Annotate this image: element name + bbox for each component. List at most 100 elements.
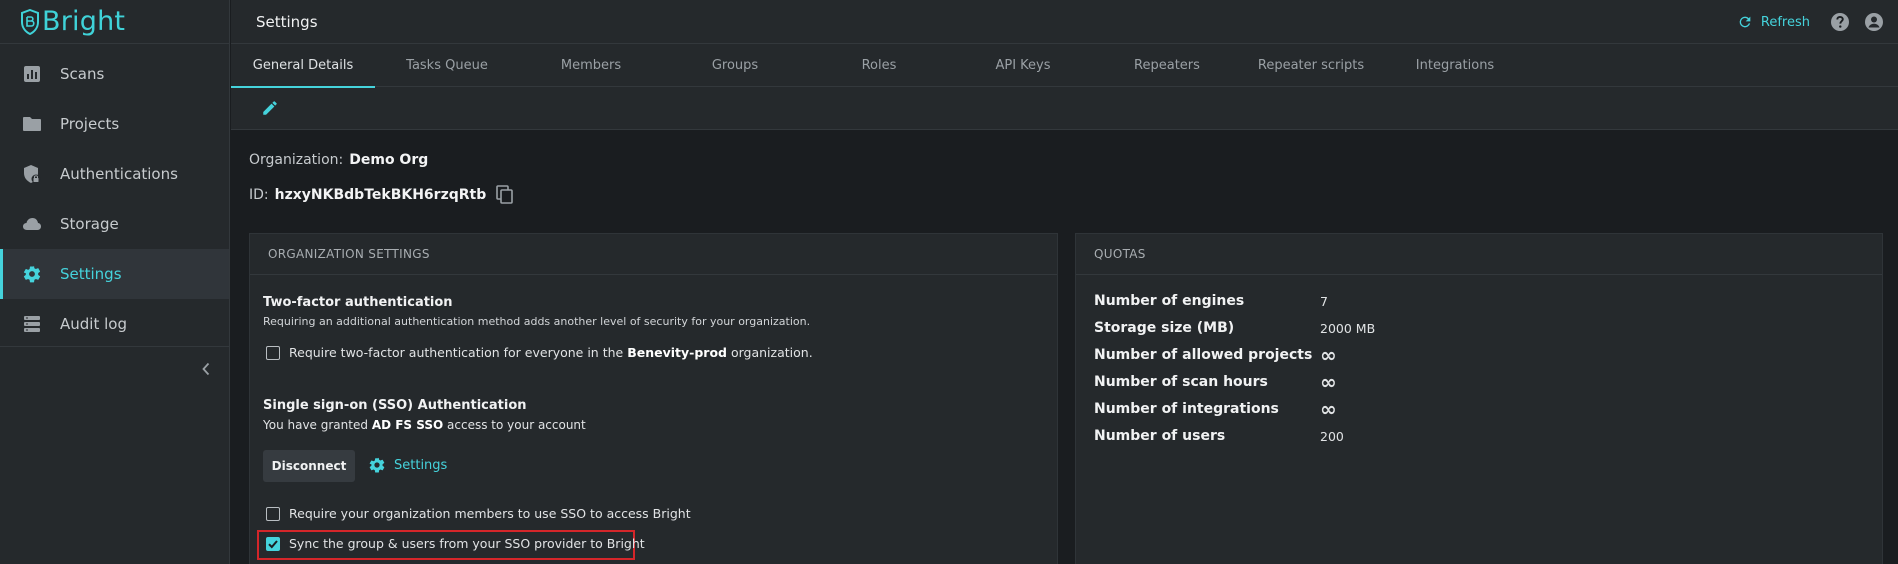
sidebar-item-storage[interactable]: Storage — [0, 199, 229, 249]
tab-integrations[interactable]: Integrations — [1383, 44, 1527, 87]
organization-name-line: Organization: Demo Org — [249, 152, 428, 168]
two-factor-label-prefix: Require two-factor authentication for ev… — [289, 345, 624, 360]
list-icon — [22, 314, 42, 334]
two-factor-checkbox-label: Require two-factor authentication for ev… — [289, 345, 813, 360]
sidebar-item-label: Projects — [60, 115, 120, 133]
sso-settings-label: Settings — [394, 457, 448, 473]
sidebar-item-audit-log[interactable]: Audit log — [0, 299, 229, 349]
copy-icon — [496, 185, 514, 204]
quota-label: Number of allowed projects — [1094, 347, 1313, 363]
quota-label: Number of engines — [1094, 293, 1245, 309]
organization-id-label: ID: — [249, 187, 269, 203]
organization-name: Demo Org — [349, 152, 429, 168]
quota-row-engines: Number of engines 7 — [1094, 290, 1872, 312]
main-content: Settings Refresh General Details Tasks Q… — [231, 0, 1898, 564]
quota-label: Number of scan hours — [1094, 374, 1268, 390]
folder-icon — [22, 114, 42, 134]
quota-value: ∞ — [1320, 343, 1337, 367]
two-factor-label-suffix: organization. — [730, 345, 813, 360]
sync-sso-label: Sync the group & users from your SSO pro… — [289, 536, 645, 551]
sidebar-item-projects[interactable]: Projects — [0, 99, 229, 149]
tab-repeater-scripts[interactable]: Repeater scripts — [1239, 44, 1383, 87]
two-factor-checkbox[interactable] — [266, 345, 280, 360]
checkmark-icon — [268, 539, 278, 548]
quota-value: 2000 MB — [1320, 320, 1376, 336]
account-icon — [1865, 13, 1883, 31]
require-sso-label: Require your organization members to use… — [289, 506, 691, 521]
tab-tasks-queue[interactable]: Tasks Queue — [375, 44, 519, 87]
two-factor-org-name: Benevity-prod — [627, 345, 727, 360]
copy-id-button[interactable] — [496, 185, 514, 205]
organization-id: hzxyNKBdbTekBKH6rzqRtb — [274, 187, 487, 203]
disconnect-button[interactable]: Disconnect — [263, 450, 355, 482]
sso-granted-text: You have granted AD FS SSO access to you… — [263, 418, 586, 432]
sidebar-item-label: Authentications — [60, 165, 178, 183]
tab-roles[interactable]: Roles — [807, 44, 951, 87]
refresh-icon — [1737, 14, 1753, 30]
sidebar-item-label: Scans — [60, 65, 105, 83]
quota-row-scan-hours: Number of scan hours ∞ — [1094, 371, 1872, 393]
quota-label: Number of integrations — [1094, 401, 1279, 417]
cloud-icon — [22, 214, 42, 234]
two-factor-checkbox-row[interactable]: Require two-factor authentication for ev… — [266, 345, 813, 360]
quota-value: 200 — [1320, 428, 1344, 444]
sidebar-item-label: Storage — [60, 215, 119, 233]
tab-api-keys[interactable]: API Keys — [951, 44, 1095, 87]
tab-bar: General Details Tasks Queue Members Grou… — [231, 44, 1898, 88]
bright-logo-icon — [21, 8, 39, 35]
organization-settings-card: ORGANIZATION SETTINGS Two-factor authent… — [249, 233, 1058, 564]
quota-row-projects: Number of allowed projects ∞ — [1094, 344, 1872, 366]
sidebar-item-label: Settings — [60, 265, 122, 283]
tab-general-details[interactable]: General Details — [231, 44, 375, 88]
quota-value: ∞ — [1320, 397, 1337, 421]
sso-granted-prefix: You have granted — [263, 418, 368, 432]
action-bar — [231, 87, 1898, 130]
help-icon — [1831, 13, 1849, 31]
edit-button[interactable] — [261, 99, 279, 117]
chevron-left-icon — [202, 362, 210, 376]
shield-lock-icon — [22, 164, 42, 184]
quota-row-storage: Storage size (MB) 2000 MB — [1094, 317, 1872, 339]
gear-icon — [22, 264, 42, 284]
divider — [0, 346, 229, 347]
quota-value: 7 — [1320, 293, 1328, 309]
card-header: QUOTAS — [1076, 234, 1882, 275]
sidebar-item-settings[interactable]: Settings — [0, 249, 229, 299]
sidebar-item-scans[interactable]: Scans — [0, 49, 229, 99]
quota-value: ∞ — [1320, 370, 1337, 394]
organization-id-line: ID: hzxyNKBdbTekBKH6rzqRtb — [249, 185, 514, 205]
quota-label: Storage size (MB) — [1094, 320, 1235, 336]
sidebar: Bright Scans Projects Authentications St… — [0, 0, 230, 564]
refresh-button[interactable]: Refresh — [1737, 14, 1810, 30]
sidebar-item-authentications[interactable]: Authentications — [0, 149, 229, 199]
chart-bar-icon — [22, 64, 42, 84]
two-factor-title: Two-factor authentication — [263, 295, 453, 310]
top-bar: Settings Refresh — [231, 0, 1898, 44]
page-title: Settings — [256, 12, 318, 31]
collapse-sidebar-button[interactable] — [196, 359, 216, 379]
tab-repeaters[interactable]: Repeaters — [1095, 44, 1239, 87]
app-name: Bright — [42, 6, 126, 37]
sync-sso-checkbox[interactable] — [266, 536, 280, 551]
require-sso-checkbox-row[interactable]: Require your organization members to use… — [266, 506, 691, 521]
quota-label: Number of users — [1094, 428, 1226, 444]
two-factor-description: Requiring an additional authentication m… — [263, 315, 811, 328]
require-sso-checkbox[interactable] — [266, 506, 280, 521]
quota-row-users: Number of users 200 — [1094, 425, 1872, 447]
gear-icon — [368, 456, 386, 474]
help-button[interactable] — [1830, 12, 1850, 32]
card-header: ORGANIZATION SETTINGS — [250, 234, 1057, 275]
pencil-icon — [263, 101, 277, 115]
organization-label: Organization: — [249, 152, 344, 168]
logo[interactable]: Bright — [0, 0, 229, 44]
sidebar-item-label: Audit log — [60, 315, 127, 333]
quotas-card: QUOTAS Number of engines 7 Storage size … — [1075, 233, 1883, 564]
sso-settings-button[interactable]: Settings — [368, 456, 447, 474]
tab-members[interactable]: Members — [519, 44, 663, 87]
quota-row-integrations: Number of integrations ∞ — [1094, 398, 1872, 420]
sso-granted-suffix: access to your account — [447, 418, 586, 432]
sync-sso-checkbox-row[interactable]: Sync the group & users from your SSO pro… — [266, 536, 645, 551]
tab-groups[interactable]: Groups — [663, 44, 807, 87]
refresh-label: Refresh — [1760, 14, 1810, 30]
account-button[interactable] — [1864, 12, 1884, 32]
